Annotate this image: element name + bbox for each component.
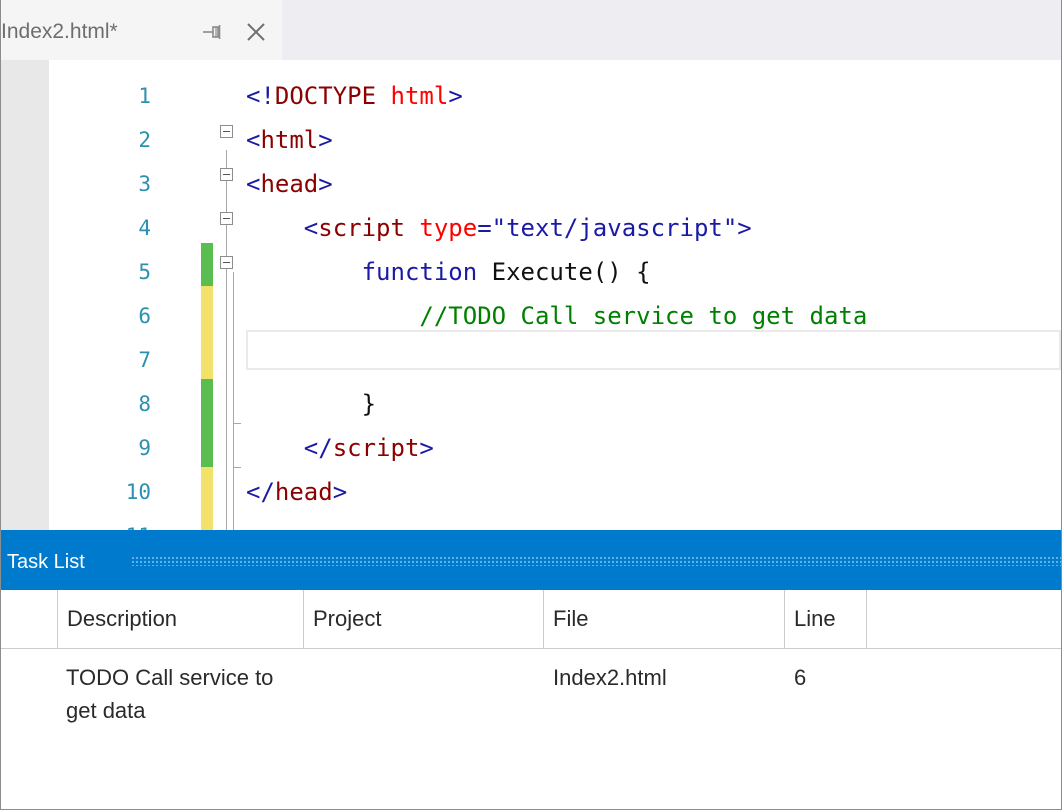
code-token: < bbox=[246, 214, 319, 242]
code-line[interactable]: <script type="text/javascript"> bbox=[246, 206, 752, 250]
code-token: Execute() { bbox=[477, 258, 651, 286]
change-indicator-unsaved bbox=[201, 286, 213, 379]
code-token: html bbox=[260, 126, 319, 154]
task-description-cell: TODO Call service to get data bbox=[66, 665, 274, 723]
code-token: script bbox=[318, 214, 405, 242]
task-list-panel: Description Project File Line TODO Call … bbox=[1, 590, 1061, 809]
line-number: 8 bbox=[138, 392, 151, 416]
line-number: 5 bbox=[138, 260, 151, 284]
collapse-icon[interactable] bbox=[220, 125, 233, 138]
change-indicator-saved bbox=[201, 379, 213, 467]
outline-guide bbox=[226, 150, 227, 530]
code-line[interactable]: function Execute() { bbox=[246, 250, 651, 294]
code-token: > bbox=[318, 126, 333, 154]
code-token: head bbox=[260, 170, 319, 198]
code-token: function bbox=[246, 258, 478, 286]
pin-icon[interactable] bbox=[200, 22, 222, 42]
close-icon[interactable] bbox=[244, 21, 268, 43]
code-token: = bbox=[477, 214, 492, 242]
line-number: 2 bbox=[138, 128, 151, 152]
collapse-icon[interactable] bbox=[220, 212, 233, 225]
column-header-project[interactable]: Project bbox=[304, 590, 544, 648]
line-number: 7 bbox=[138, 348, 151, 372]
column-header-line[interactable]: Line bbox=[785, 590, 867, 648]
task-list-title-bar[interactable]: Task List bbox=[1, 530, 1061, 590]
column-header-icons[interactable] bbox=[1, 590, 58, 648]
line-number: 3 bbox=[138, 172, 151, 196]
line-number: 6 bbox=[138, 304, 151, 328]
visual-studio-window: Index2.html* 1 <!DOCTYPE html> 2 <html> 3 <he… bbox=[0, 0, 1062, 810]
code-token: < bbox=[246, 126, 261, 154]
code-editor[interactable]: 1 <!DOCTYPE html> 2 <html> 3 <head> 4 <script … bbox=[1, 60, 1061, 530]
code-line[interactable]: </script> bbox=[246, 426, 434, 470]
outline-guide bbox=[233, 467, 241, 468]
code-token: html bbox=[376, 82, 449, 110]
current-line-highlight bbox=[246, 330, 1061, 370]
code-token: head bbox=[274, 478, 333, 506]
line-number: 4 bbox=[138, 216, 151, 240]
code-line[interactable]: } bbox=[246, 382, 376, 426]
code-line[interactable]: <head> bbox=[246, 162, 333, 206]
change-indicator-saved bbox=[201, 243, 213, 286]
code-token: > bbox=[332, 478, 348, 506]
collapse-icon[interactable] bbox=[220, 168, 233, 181]
document-tab[interactable]: Index2.html* bbox=[1, 0, 282, 61]
task-file-cell: Index2.html bbox=[553, 665, 667, 690]
table-row[interactable]: TODO Call service to get data Index2.htm… bbox=[1, 649, 1061, 739]
line-number: 1 bbox=[138, 84, 151, 108]
code-line[interactable]: </head> bbox=[246, 470, 347, 514]
code-token: DOCTYPE bbox=[274, 82, 377, 110]
code-token: "text/javascript" bbox=[491, 214, 738, 242]
task-line-cell: 6 bbox=[794, 665, 807, 690]
code-token: > bbox=[737, 214, 752, 242]
code-line[interactable]: <html> bbox=[246, 118, 333, 162]
code-token: > bbox=[419, 434, 434, 462]
line-number: 9 bbox=[138, 436, 151, 460]
outline-guide bbox=[233, 272, 234, 530]
collapse-icon[interactable] bbox=[220, 256, 233, 269]
code-token: type bbox=[404, 214, 478, 242]
code-token: script bbox=[332, 434, 420, 462]
outline-guide bbox=[233, 423, 241, 424]
selection-margin bbox=[1, 60, 49, 530]
code-line[interactable]: <!DOCTYPE html> bbox=[246, 74, 463, 118]
change-indicator-unsaved bbox=[201, 467, 213, 530]
panel-grip[interactable] bbox=[131, 556, 1061, 566]
column-header-description[interactable]: Description bbox=[58, 590, 304, 648]
line-number: 10 bbox=[125, 480, 151, 504]
code-token: //TODO Call service to get data bbox=[246, 302, 868, 330]
code-token: < bbox=[246, 170, 261, 198]
column-header-file[interactable]: File bbox=[544, 590, 785, 648]
code-token: </ bbox=[246, 434, 333, 462]
code-token: } bbox=[246, 390, 377, 418]
line-number: 11 bbox=[49, 514, 151, 530]
code-token: <! bbox=[246, 82, 275, 110]
code-token: > bbox=[448, 82, 463, 110]
tab-title: Index2.html* bbox=[1, 20, 118, 43]
code-token: > bbox=[318, 170, 333, 198]
task-list-title: Task List bbox=[7, 551, 85, 573]
code-token: </ bbox=[246, 478, 275, 506]
document-tab-strip: Index2.html* bbox=[1, 0, 1061, 61]
